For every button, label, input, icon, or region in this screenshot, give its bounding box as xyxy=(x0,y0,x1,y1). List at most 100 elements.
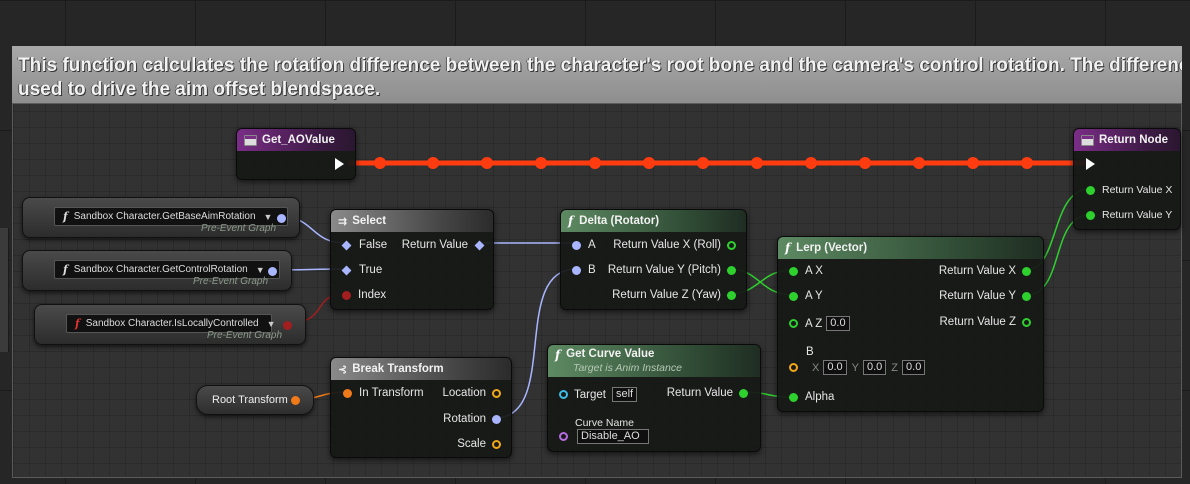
pin-return-value-x[interactable]: Return Value X xyxy=(1086,184,1172,196)
bool-out-pin[interactable] xyxy=(283,321,292,330)
chevron-down-icon: ▼ xyxy=(255,264,265,275)
pin-false[interactable]: False xyxy=(341,239,387,251)
break-transform-node[interactable]: ⊰ Break Transform In Transform Location … xyxy=(330,357,512,458)
float-pin[interactable] xyxy=(727,290,736,300)
exec-in-pin[interactable] xyxy=(1086,158,1095,170)
vector-pin[interactable] xyxy=(789,363,798,372)
float-pin[interactable] xyxy=(727,240,736,250)
pin-in-transform[interactable]: In Transform xyxy=(343,387,424,399)
control-rotation-node[interactable]: f Sandbox Character.GetControlRotation ▼… xyxy=(22,250,292,291)
node-title: Return Node xyxy=(1099,134,1168,146)
node-title: Get_AOValue xyxy=(262,134,335,146)
pin-rx[interactable]: Return Value X xyxy=(939,265,1031,277)
pin-b[interactable]: X 0.0 Y 0.0 Z 0.0 xyxy=(789,360,926,375)
wildcard-pin[interactable] xyxy=(341,240,352,250)
wildcard-pin[interactable] xyxy=(474,240,485,250)
function-icon: f xyxy=(63,263,68,276)
curve-name-input[interactable]: Disable_AO xyxy=(577,429,649,444)
pin-label: Location xyxy=(442,387,486,399)
rotator-out-pin[interactable] xyxy=(268,267,277,276)
float-pin[interactable] xyxy=(1086,210,1095,220)
pin-return-value[interactable]: Return Value xyxy=(401,239,485,251)
node-header: f Get Curve Value Target is Anim Instanc… xyxy=(548,345,760,377)
node-header: ⊰ Break Transform xyxy=(331,358,511,380)
comment-header[interactable]: This function calculates the rotation di… xyxy=(12,46,1182,104)
pin-label: Return Value Z xyxy=(939,316,1017,328)
function-icon: f xyxy=(568,214,574,228)
rotator-pin[interactable] xyxy=(572,240,581,250)
pin-return-value-y[interactable]: Return Value Y xyxy=(1086,209,1172,221)
pin-label: Return Value xyxy=(401,239,468,251)
float-pin[interactable] xyxy=(739,388,748,398)
float-pin[interactable] xyxy=(1022,291,1031,301)
pin-az[interactable]: A Z 0.0 xyxy=(789,316,850,331)
float-pin[interactable] xyxy=(789,392,798,402)
pin-curve-name[interactable]: Disable_AO xyxy=(559,429,649,444)
float-pin[interactable] xyxy=(1086,185,1095,195)
vector-pin[interactable] xyxy=(492,439,501,449)
z-label: Z xyxy=(891,361,899,374)
pin-label: Return Value Y (Pitch) xyxy=(607,264,721,276)
pin-ry[interactable]: Return Value Y xyxy=(939,290,1031,302)
exec-out-pin[interactable] xyxy=(335,158,344,170)
pin-target[interactable]: Target self xyxy=(559,387,638,402)
root-transform-node[interactable]: Root Transform xyxy=(196,385,314,415)
pin-label: A Z xyxy=(805,317,823,330)
float-pin[interactable] xyxy=(1022,266,1031,276)
base-aim-rotation-node[interactable]: f Sandbox Character.GetBaseAimRotation ▼… xyxy=(22,197,300,238)
pin-location[interactable]: Location xyxy=(443,387,501,399)
rotator-out-pin[interactable] xyxy=(277,214,286,223)
object-pin[interactable] xyxy=(559,390,568,399)
function-label: Sandbox Character.GetBaseAimRotation xyxy=(73,211,256,222)
is-locally-controlled-node[interactable]: f Sandbox Character.IsLocallyControlled … xyxy=(34,304,306,345)
pin-true[interactable]: True xyxy=(341,264,382,276)
pin-label: B xyxy=(588,264,596,276)
float-pin[interactable] xyxy=(1022,317,1031,327)
wildcard-pin[interactable] xyxy=(341,265,352,275)
b-x-input[interactable]: 0.0 xyxy=(823,360,847,375)
float-pin[interactable] xyxy=(789,291,798,301)
graph-label: Pre-Event Graph xyxy=(193,276,269,287)
pin-return-value[interactable]: Return Value xyxy=(667,387,748,399)
pin-ax[interactable]: A X xyxy=(789,265,823,277)
float-pin[interactable] xyxy=(789,319,798,328)
pin-label: Index xyxy=(358,289,387,301)
name-pin[interactable] xyxy=(559,432,568,441)
b-z-input[interactable]: 0.0 xyxy=(902,360,926,375)
float-pin[interactable] xyxy=(789,266,798,276)
pin-scale[interactable]: Scale xyxy=(457,438,501,450)
transform-pin[interactable] xyxy=(291,396,300,405)
pin-pitch[interactable]: Return Value Y (Pitch) xyxy=(608,264,736,276)
get-curve-value-node[interactable]: f Get Curve Value Target is Anim Instanc… xyxy=(547,344,761,452)
pin-b[interactable]: B xyxy=(572,264,596,276)
pin-alpha[interactable]: Alpha xyxy=(789,391,834,403)
panel-edge xyxy=(0,228,9,352)
pin-ay[interactable]: A Y xyxy=(789,290,823,302)
select-node[interactable]: ⇉ Select False Return Value True Index xyxy=(330,209,494,310)
pin-label: Rotation xyxy=(443,413,486,425)
event-icon xyxy=(244,134,257,146)
node-title: Delta (Rotator) xyxy=(579,215,660,227)
target-value[interactable]: self xyxy=(611,387,638,402)
pin-rotation[interactable]: Rotation xyxy=(443,413,501,425)
lerp-vector-node[interactable]: f Lerp (Vector) A X Return Value X A Y R… xyxy=(777,236,1044,412)
rotator-pin[interactable] xyxy=(572,265,581,275)
function-icon: f xyxy=(785,241,791,255)
bool-pin[interactable] xyxy=(342,290,351,300)
get-ao-value-node[interactable]: Get_AOValue xyxy=(236,128,356,180)
float-pin[interactable] xyxy=(727,265,736,275)
pin-yaw[interactable]: Return Value Z (Yaw) xyxy=(612,289,736,301)
return-node[interactable]: Return Node Return Value X Return Value … xyxy=(1073,128,1181,230)
vector-pin[interactable] xyxy=(492,388,501,398)
delta-rotator-node[interactable]: f Delta (Rotator) A Return Value X (Roll… xyxy=(560,209,747,310)
pin-index[interactable]: Index xyxy=(342,289,386,301)
pin-a[interactable]: A xyxy=(572,239,596,251)
pin-rz[interactable]: Return Value Z xyxy=(939,316,1031,328)
rotator-pin[interactable] xyxy=(492,414,501,424)
b-y-input[interactable]: 0.0 xyxy=(862,360,887,375)
transform-pin[interactable] xyxy=(343,388,352,398)
node-title: Lerp (Vector) xyxy=(796,242,868,254)
az-value-input[interactable]: 0.0 xyxy=(826,316,850,331)
pin-label: Return Value X (Roll) xyxy=(613,239,721,251)
pin-roll[interactable]: Return Value X (Roll) xyxy=(613,239,736,251)
